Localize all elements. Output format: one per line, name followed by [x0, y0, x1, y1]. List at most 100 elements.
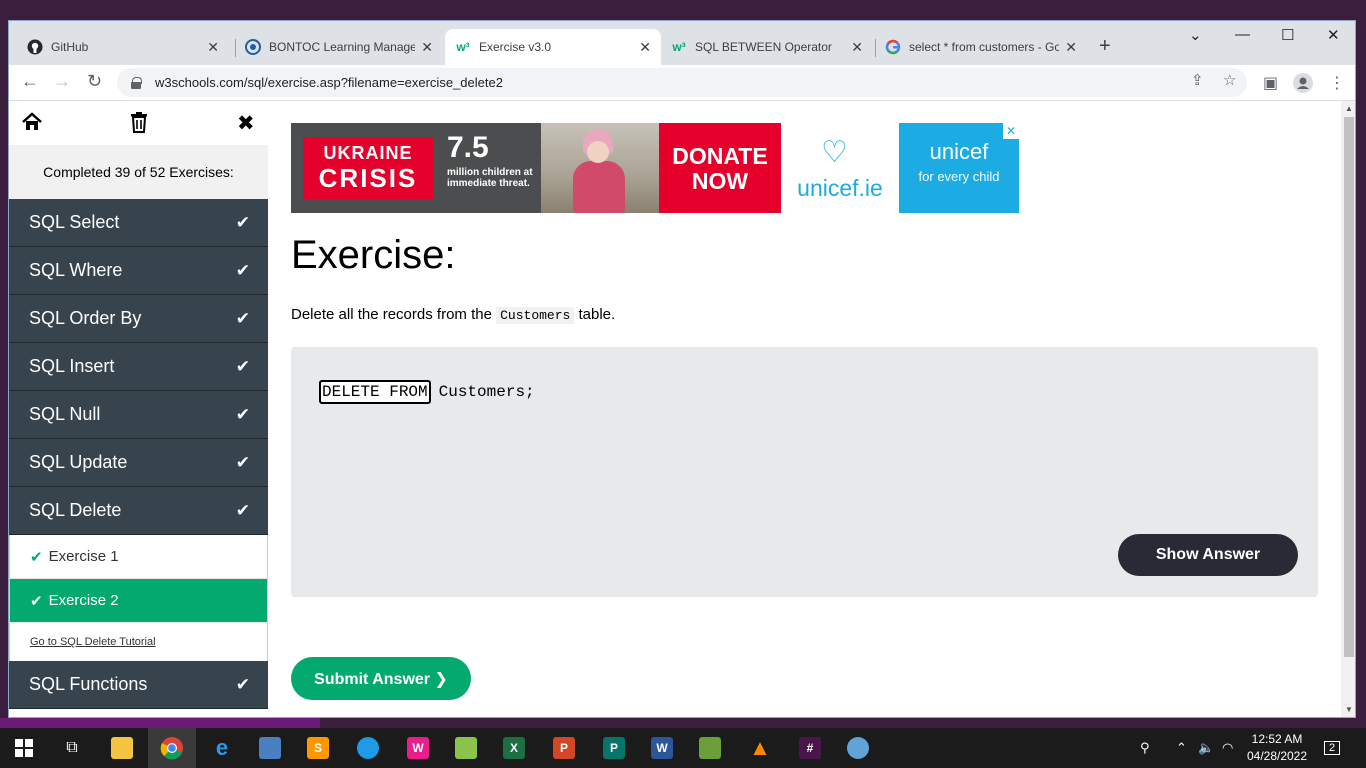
- desc-text: Delete all the records from the: [291, 306, 492, 323]
- sidebar-subitem-exercise-2[interactable]: ✔ Exercise 2: [9, 579, 268, 623]
- minimize-icon[interactable]: —: [1235, 26, 1250, 43]
- close-icon[interactable]: ✖: [237, 111, 255, 136]
- lms-icon: [245, 39, 261, 55]
- sidebar-item-sql-null[interactable]: SQL Null ✔: [9, 391, 268, 439]
- file-explorer-icon[interactable]: [98, 728, 146, 768]
- maximize-icon[interactable]: ☐: [1281, 26, 1294, 44]
- tab-title: Exercise v3.0: [479, 40, 552, 54]
- vlc-icon[interactable]: ▲: [736, 728, 784, 768]
- w3schools-icon: w³: [456, 40, 470, 54]
- sidebar-toolbar: ✖: [9, 101, 268, 145]
- menu-kebab-icon[interactable]: ⋮: [1329, 73, 1345, 93]
- close-tab-icon[interactable]: ✕: [851, 39, 863, 56]
- bookmark-star-icon[interactable]: ☆: [1223, 71, 1236, 89]
- checkmark-icon: ✔: [235, 260, 250, 280]
- address-bar[interactable]: w3schools.com/sql/exercise.asp?filename=…: [117, 68, 1247, 97]
- tab-title: SQL BETWEEN Operator: [695, 40, 832, 54]
- sidebar-item-sql-order-by[interactable]: SQL Order By ✔: [9, 295, 268, 343]
- app-icon-2[interactable]: [344, 728, 392, 768]
- clock-time: 12:52 AM: [1251, 732, 1303, 746]
- show-hidden-icons[interactable]: ⌃: [1176, 728, 1187, 768]
- wamp-icon[interactable]: W: [394, 728, 442, 768]
- ad-unicef-logo: unicef for every child ✕: [899, 123, 1019, 213]
- sidebar-item-label: SQL Select: [29, 212, 120, 232]
- vertical-scrollbar[interactable]: ▲ ▼: [1341, 101, 1355, 717]
- back-icon[interactable]: ←: [21, 71, 39, 92]
- tab-bontoc[interactable]: BONTOC Learning Managem ✕: [235, 29, 443, 65]
- wifi-icon[interactable]: ◠: [1222, 728, 1233, 768]
- sidebar-subitem-label: Exercise 2: [48, 592, 119, 609]
- app-icon-4[interactable]: [686, 728, 734, 768]
- close-tab-icon[interactable]: ✕: [1065, 39, 1077, 56]
- sidebar-item-sql-insert[interactable]: SQL Insert ✔: [9, 343, 268, 391]
- lock-icon[interactable]: [131, 77, 142, 89]
- tab-strip: GitHub ✕ BONTOC Learning Managem ✕ w³ Ex…: [9, 21, 1355, 65]
- desc-text-end: table.: [578, 306, 616, 323]
- share-icon[interactable]: ⇪: [1191, 71, 1204, 89]
- sidebar-item-sql-delete[interactable]: SQL Delete ✔: [9, 487, 268, 535]
- side-panel-icon[interactable]: ▣: [1263, 73, 1278, 93]
- scrollbar-thumb[interactable]: [1344, 117, 1354, 657]
- answer-input[interactable]: DELETE FROM: [319, 380, 431, 404]
- page-title: Exercise:: [291, 233, 456, 277]
- notification-center-icon[interactable]: 2: [1324, 728, 1341, 768]
- powerpoint-icon[interactable]: P: [540, 728, 588, 768]
- tab-sql-between[interactable]: w³ SQL BETWEEN Operator ✕: [661, 29, 873, 65]
- scroll-down-arrow-icon[interactable]: ▼: [1345, 705, 1353, 714]
- volume-icon[interactable]: 🔈: [1198, 728, 1214, 768]
- tab-google-search[interactable]: select * from customers - Go ✕: [875, 29, 1087, 65]
- reload-icon[interactable]: ↻: [87, 71, 102, 92]
- heart-cursor-icon: ♡: [821, 136, 848, 169]
- sublime-text-icon[interactable]: S: [294, 728, 342, 768]
- browser-window: GitHub ✕ BONTOC Learning Managem ✕ w³ Ex…: [8, 20, 1356, 718]
- slack-icon[interactable]: #: [786, 728, 834, 768]
- forward-icon[interactable]: →: [53, 71, 71, 92]
- edge-icon[interactable]: e: [198, 728, 246, 768]
- sidebar-item-sql-functions[interactable]: SQL Functions ✔: [9, 661, 268, 709]
- tab-search-icon[interactable]: ⌄: [1189, 26, 1202, 44]
- tab-exercise[interactable]: w³ Exercise v3.0 ✕: [445, 29, 661, 65]
- publisher-icon[interactable]: P: [590, 728, 638, 768]
- paint-icon[interactable]: [834, 728, 882, 768]
- tab-title: BONTOC Learning Managem: [269, 40, 416, 54]
- advertisement-banner[interactable]: UKRAINE CRISIS 7.5 million children at i…: [291, 123, 1019, 213]
- close-tab-icon[interactable]: ✕: [207, 39, 219, 56]
- new-tab-icon[interactable]: +: [1099, 35, 1111, 58]
- close-tab-icon[interactable]: ✕: [639, 39, 651, 56]
- sidebar-item-sql-where[interactable]: SQL Where ✔: [9, 247, 268, 295]
- tab-github[interactable]: GitHub ✕: [17, 29, 229, 65]
- w3schools-icon: w³: [672, 40, 686, 54]
- url-text: w3schools.com/sql/exercise.asp?filename=…: [155, 75, 503, 90]
- home-icon[interactable]: [21, 111, 43, 139]
- sidebar-item-label: SQL Null: [29, 404, 101, 424]
- close-tab-icon[interactable]: ✕: [421, 39, 433, 56]
- chrome-taskbar-icon[interactable]: [148, 728, 196, 768]
- code-line: DELETE FROM Customers;: [319, 380, 535, 404]
- ad-number: 7.5: [447, 131, 489, 164]
- sidebar-item-sql-select[interactable]: SQL Select ✔: [9, 199, 268, 247]
- system-clock[interactable]: 12:52 AM 04/28/2022: [1240, 731, 1314, 765]
- people-icon[interactable]: ⚲: [1140, 728, 1150, 768]
- browser-toolbar: ← → ↻ w3schools.com/sql/exercise.asp?fil…: [9, 65, 1355, 101]
- profile-avatar-icon[interactable]: [1293, 73, 1313, 98]
- sidebar-item-label: SQL Insert: [29, 356, 115, 376]
- sidebar-subitem-exercise-1[interactable]: ✔ Exercise 1: [9, 535, 268, 579]
- show-answer-button[interactable]: Show Answer: [1118, 534, 1298, 576]
- excel-icon[interactable]: X: [490, 728, 538, 768]
- app-icon-3[interactable]: [442, 728, 490, 768]
- word-icon[interactable]: W: [638, 728, 686, 768]
- sidebar-item-sql-update[interactable]: SQL Update ✔: [9, 439, 268, 487]
- sidebar-item-label: SQL Order By: [29, 308, 142, 328]
- start-button[interactable]: [0, 728, 48, 768]
- app-icon-1[interactable]: [246, 728, 294, 768]
- close-window-icon[interactable]: ✕: [1327, 26, 1340, 44]
- submit-answer-button[interactable]: Submit Answer ❯: [291, 657, 471, 700]
- task-view-icon[interactable]: ⧉: [48, 728, 96, 768]
- ad-donate-now[interactable]: DONATE NOW: [659, 123, 781, 213]
- ad-unicef-ie-text: unicef.ie: [797, 175, 883, 201]
- scroll-up-arrow-icon[interactable]: ▲: [1345, 104, 1353, 113]
- ad-close-icon[interactable]: ✕: [1003, 123, 1019, 139]
- tutorial-link[interactable]: Go to SQL Delete Tutorial: [9, 623, 268, 661]
- notification-count: 2: [1324, 741, 1341, 755]
- trash-icon[interactable]: [129, 111, 149, 139]
